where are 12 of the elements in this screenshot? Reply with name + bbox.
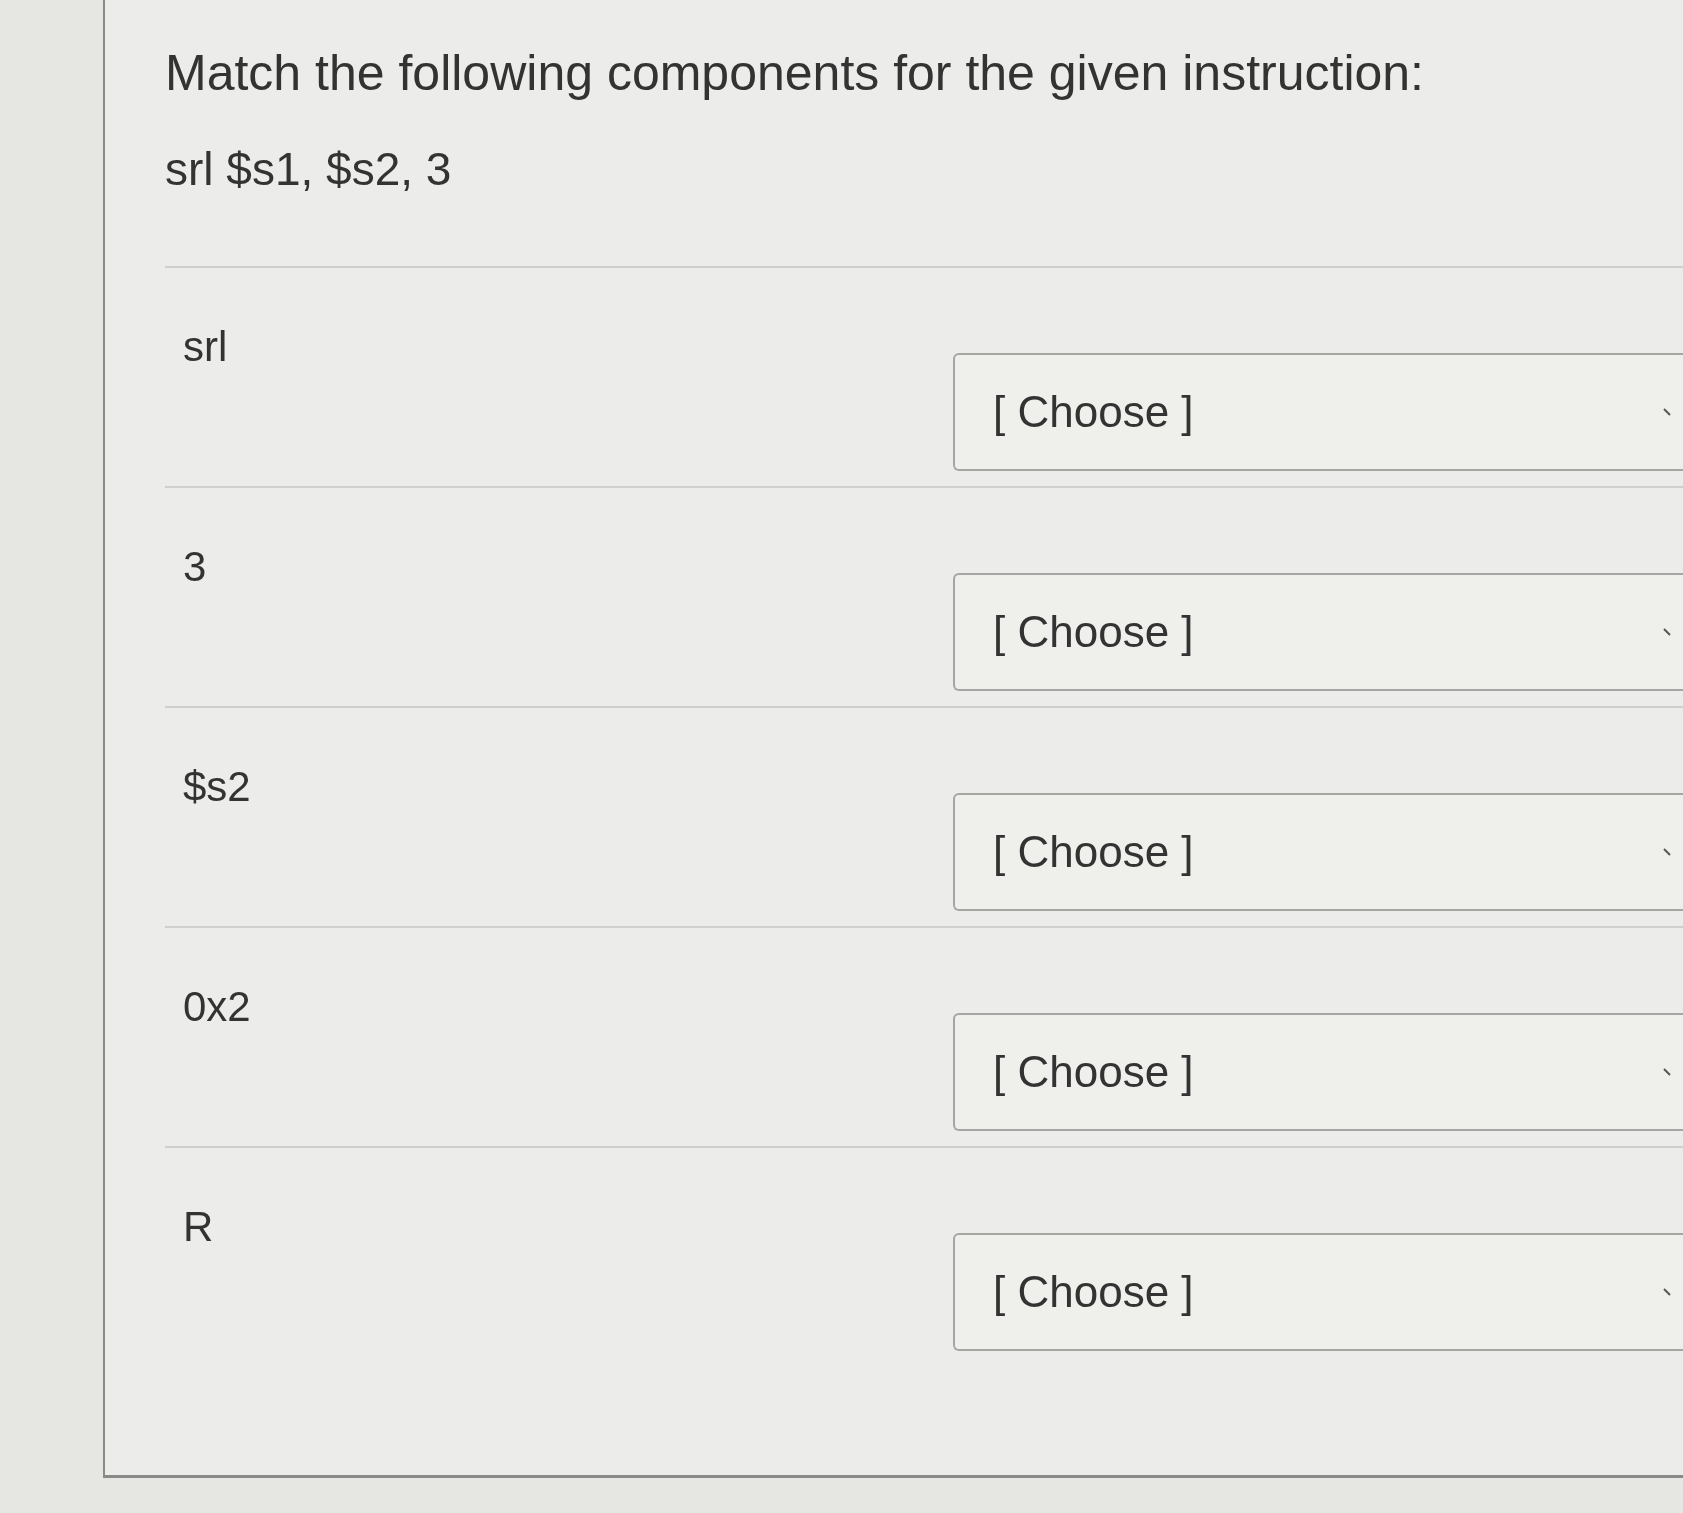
choice-dropdown[interactable]: [ Choose ] [953,1013,1683,1131]
choice-dropdown[interactable]: [ Choose ] [953,573,1683,691]
match-label: 3 [182,543,208,591]
choice-dropdown[interactable]: [ Choose ] [953,1233,1683,1351]
match-label: R [182,1203,215,1251]
match-label: srl [182,323,229,371]
question-title: Match the following components for the given instruction: [165,44,1425,102]
match-label: 0x2 [182,983,252,1031]
instruction-text: srl $s1, $s2, 3 [165,142,453,196]
choice-dropdown[interactable]: [ Choose ] [953,793,1683,911]
match-label: $s2 [182,763,252,811]
choice-dropdown[interactable]: [ Choose ] [953,353,1683,471]
